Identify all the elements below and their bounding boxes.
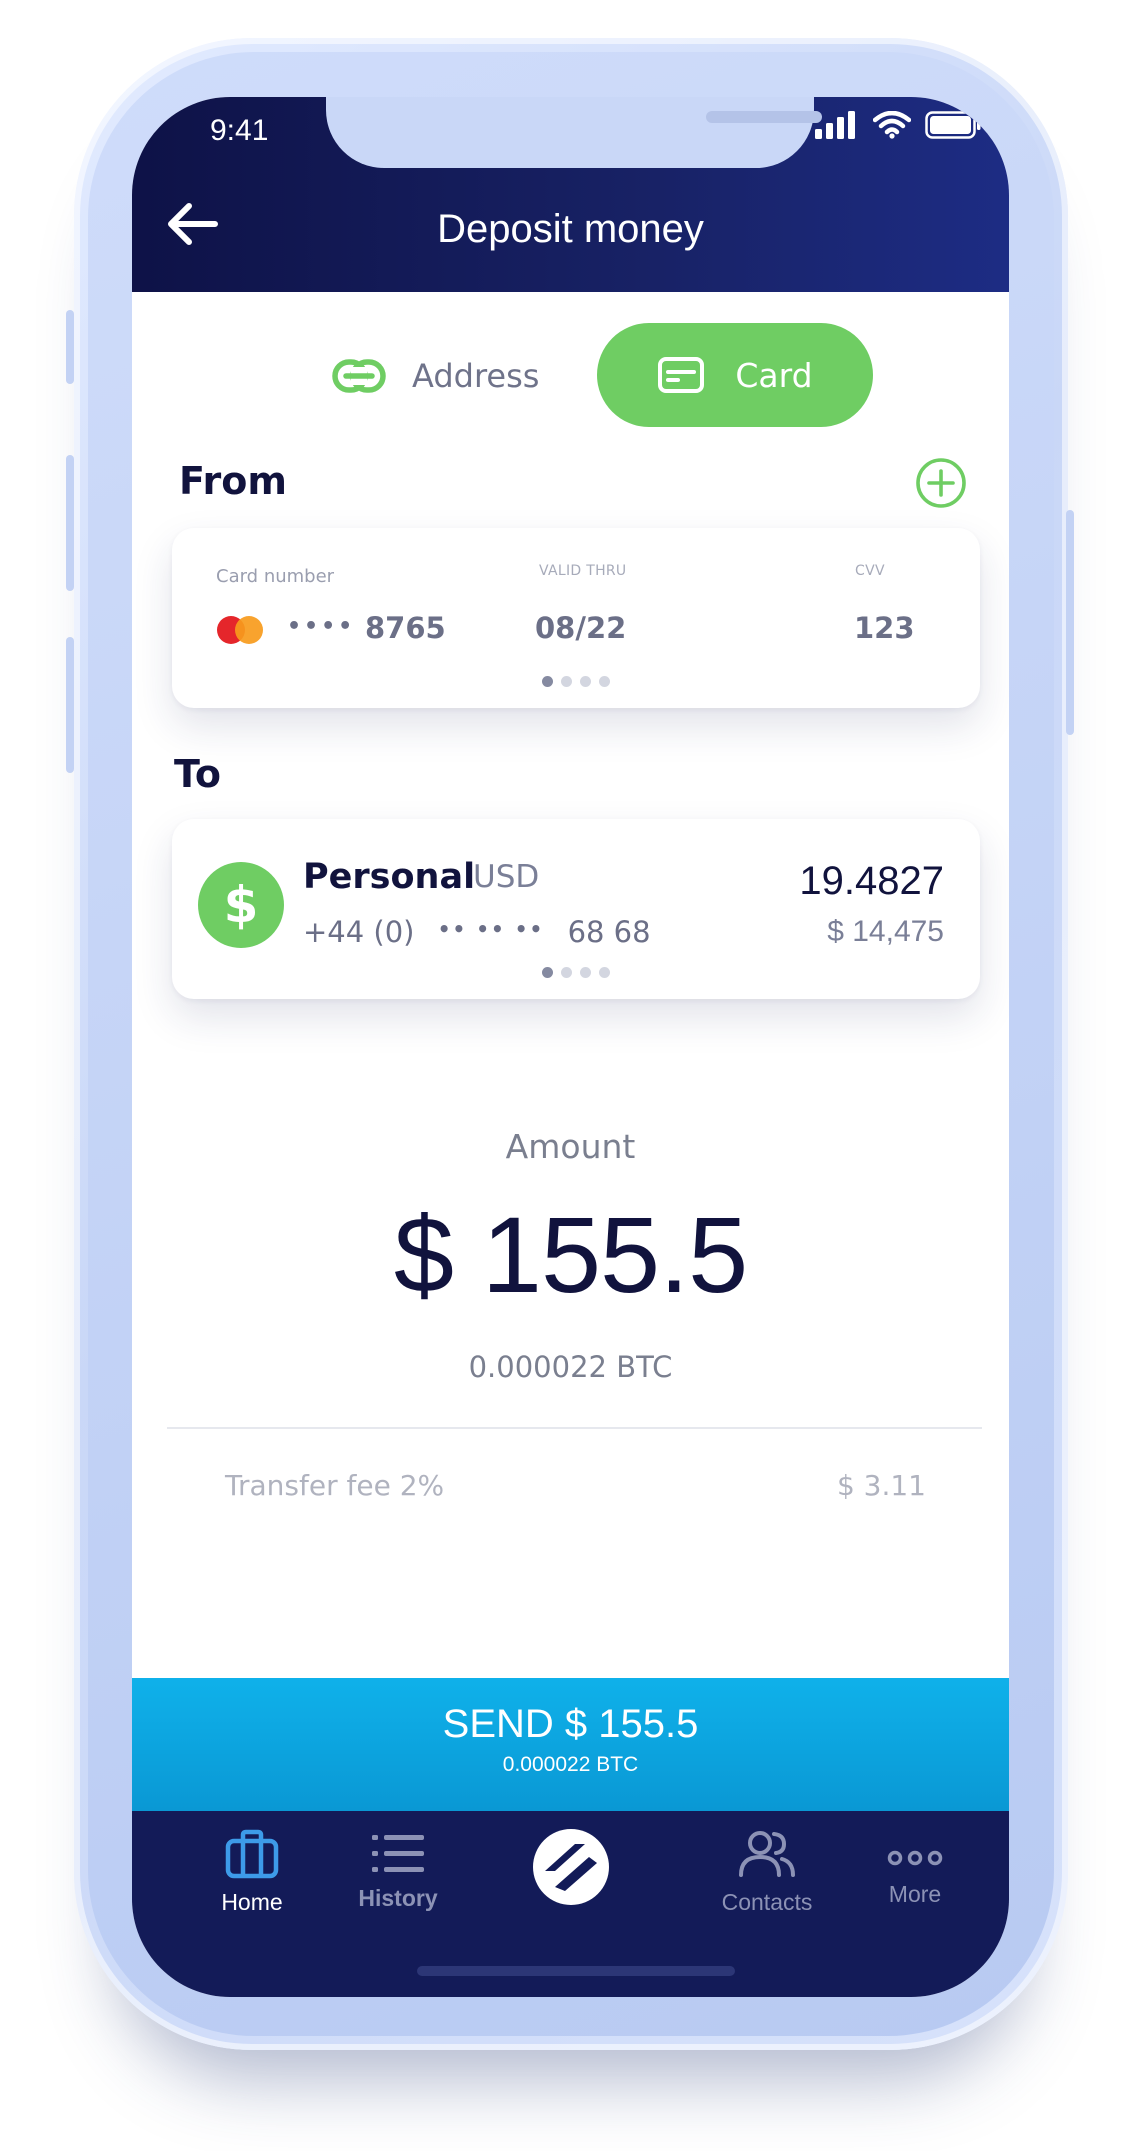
pager-dot (542, 676, 553, 687)
card-number-mask: •••• (287, 614, 356, 639)
pager-dot (599, 676, 610, 687)
pager-dot (561, 967, 572, 978)
account-phone: +44 (0) •• •• •• 68 68 (303, 915, 651, 949)
cvv-value: 123 (854, 611, 915, 645)
tab-home[interactable]: Home (207, 1829, 297, 1916)
cvv-label: CVV (855, 563, 885, 579)
power-button (1066, 510, 1074, 735)
deposit-method-toggle: Address Card (132, 323, 1009, 427)
volume-down-button (66, 637, 74, 773)
list-icon (372, 1835, 424, 1872)
page-title: Deposit money (437, 207, 704, 251)
briefcase-icon (225, 1829, 279, 1879)
header-bar: 9:41 Deposit money (132, 97, 1009, 292)
pager-dot (599, 967, 610, 978)
phone-prefix: +44 (0) (303, 915, 415, 949)
add-card-button[interactable] (915, 457, 967, 509)
wifi-icon (873, 111, 911, 139)
cellular-signal-icon (815, 111, 855, 139)
to-label: To (174, 752, 221, 796)
amount-value[interactable]: $ 155.5 (132, 1192, 1009, 1317)
valid-thru-label: VALID THRU (539, 563, 627, 579)
pager-dot (580, 676, 591, 687)
more-dots-icon (887, 1850, 943, 1866)
tab-history-label: History (358, 1885, 438, 1911)
battery-icon (925, 111, 981, 139)
account-balance: 19.4827 (799, 859, 944, 903)
tab-contacts-label: Contacts (721, 1889, 813, 1915)
volume-up-button (66, 455, 74, 591)
tab-home-label: Home (221, 1889, 283, 1915)
pager-dot (542, 967, 553, 978)
app-screen: 9:41 Deposit money Address Card From Car… (132, 97, 1009, 1997)
send-button[interactable]: SEND $ 155.5 0.000022 BTC (132, 1678, 1009, 1811)
phone-mask: •• •• •• (437, 917, 545, 941)
destination-account-card[interactable]: $ Personal USD +44 (0) •• •• •• 68 68 19… (172, 819, 980, 999)
account-currency: USD (473, 859, 540, 895)
status-time: 9:41 (210, 114, 269, 147)
fee-label: Transfer fee 2% (225, 1469, 445, 1502)
toggle-option-card[interactable]: Card (597, 323, 873, 427)
plus-circle-icon (916, 458, 966, 508)
status-icons (815, 111, 981, 139)
credit-card-icon (658, 357, 705, 393)
fee-value: $ 3.11 (836, 1469, 926, 1502)
pager-dot (561, 676, 572, 687)
card-last4: 8765 (365, 611, 446, 645)
toggle-option-address[interactable]: Address (332, 341, 539, 411)
account-fiat-balance: $ 14,475 (827, 915, 944, 948)
toggle-card-label: Card (735, 355, 813, 395)
tab-brand-home[interactable] (529, 1827, 613, 1907)
source-card[interactable]: Card number •••• 8765 VALID THRU 08/22 C… (172, 528, 980, 708)
dollar-avatar-icon: $ (198, 862, 284, 948)
tab-more[interactable]: More (875, 1837, 955, 1908)
tab-history[interactable]: History (348, 1833, 448, 1912)
silent-switch (66, 310, 74, 384)
amount-btc: 0.000022 BTC (468, 1350, 673, 1384)
card-pager (172, 676, 980, 687)
tab-more-label: More (888, 1881, 942, 1907)
brand-logo-icon (533, 1829, 609, 1905)
tab-contacts[interactable]: Contacts (709, 1829, 825, 1916)
amount-label: Amount (505, 1127, 636, 1166)
send-label: SEND $ 155.5 (442, 1702, 699, 1746)
valid-thru-value: 08/22 (535, 611, 627, 645)
pager-dot (580, 967, 591, 978)
divider (167, 1427, 982, 1429)
mastercard-logo-icon (217, 616, 263, 644)
contacts-icon (739, 1831, 795, 1877)
account-name: Personal (303, 857, 476, 897)
phone-suffix: 68 68 (567, 915, 651, 949)
device-notch (326, 97, 822, 168)
speaker-grille (706, 111, 822, 123)
send-sub-label: 0.000022 BTC (502, 1753, 639, 1776)
from-label: From (179, 459, 287, 503)
account-pager (172, 967, 980, 978)
card-number-label: Card number (216, 566, 335, 587)
toggle-address-label: Address (412, 357, 540, 395)
home-indicator[interactable] (417, 1966, 735, 1976)
link-icon (332, 359, 386, 393)
